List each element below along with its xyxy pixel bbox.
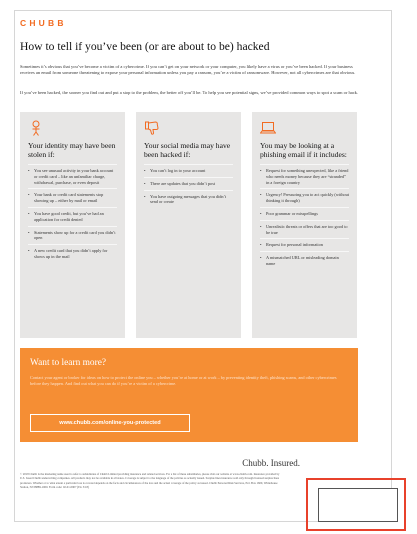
social-media-heading: Your social media may have been hacked i… [144, 141, 231, 159]
list-item: You have good credit, but you’ve had an … [28, 206, 117, 226]
phishing-list: Request for something unexpected, like a… [260, 164, 349, 270]
identity-theft-heading: Your identity may have been stolen if: [28, 141, 116, 159]
intro-paragraph-2: If you’ve been hacked, the sooner you fi… [20, 90, 359, 95]
list-item: A new credit card that you didn’t apply … [28, 244, 117, 263]
person-icon [32, 120, 40, 136]
phishing-panel: You may be looking at a phishing email i… [252, 112, 357, 338]
learn-more-text: Contact your agent or broker for ideas o… [30, 375, 337, 386]
list-item: A mismatched URL or misleading domain na… [260, 251, 349, 270]
social-media-panel: Your social media may have been hacked i… [136, 112, 241, 338]
thumbs-down-icon [145, 121, 159, 135]
list-item: Unrealistic threats or offers that are t… [260, 219, 349, 239]
blank-box[interactable] [318, 488, 398, 522]
identity-theft-list: You see unusual activity in your bank ac… [28, 164, 117, 263]
highlighted-region [306, 478, 406, 531]
page-title: How to tell if you’ve been (or are about… [20, 40, 270, 53]
list-item: There are updates that you didn’t post [144, 176, 233, 190]
learn-more-link[interactable]: www.chubb.com/online-you-protected [30, 414, 190, 432]
learn-more-heading: Want to learn more? [30, 358, 107, 368]
list-item: You see unusual activity in your bank ac… [28, 164, 117, 188]
list-item: Statements show up for a credit card you… [28, 225, 117, 245]
learn-more-banner: Want to learn more? Contact your agent o… [20, 348, 358, 442]
list-item: Your bank or credit card statements stop… [28, 188, 117, 207]
list-item: Urgency! Pressuring you to act quickly (… [260, 188, 349, 207]
list-item: You have outgoing messages that you didn… [144, 189, 233, 209]
chubb-logo: CHUBB [20, 18, 67, 28]
list-item: Poor grammar or misspellings [260, 206, 349, 220]
identity-theft-panel: Your identity may have been stolen if: Y… [20, 112, 125, 338]
list-item: Request for personal information [260, 238, 349, 251]
chubb-tagline: Chubb. Insured. [242, 458, 300, 468]
laptop-icon [260, 122, 276, 134]
legal-disclaimer: © 2018 Chubb is the marketing name used … [20, 472, 280, 489]
intro-paragraph-1: Sometimes it’s obvious that you’ve becom… [20, 64, 356, 76]
social-media-list: You can’t log in to your account There a… [144, 164, 233, 208]
phishing-heading: You may be looking at a phishing email i… [260, 141, 347, 159]
list-item: You can’t log in to your account [144, 164, 233, 177]
list-item: Request for something unexpected, like a… [260, 164, 349, 188]
